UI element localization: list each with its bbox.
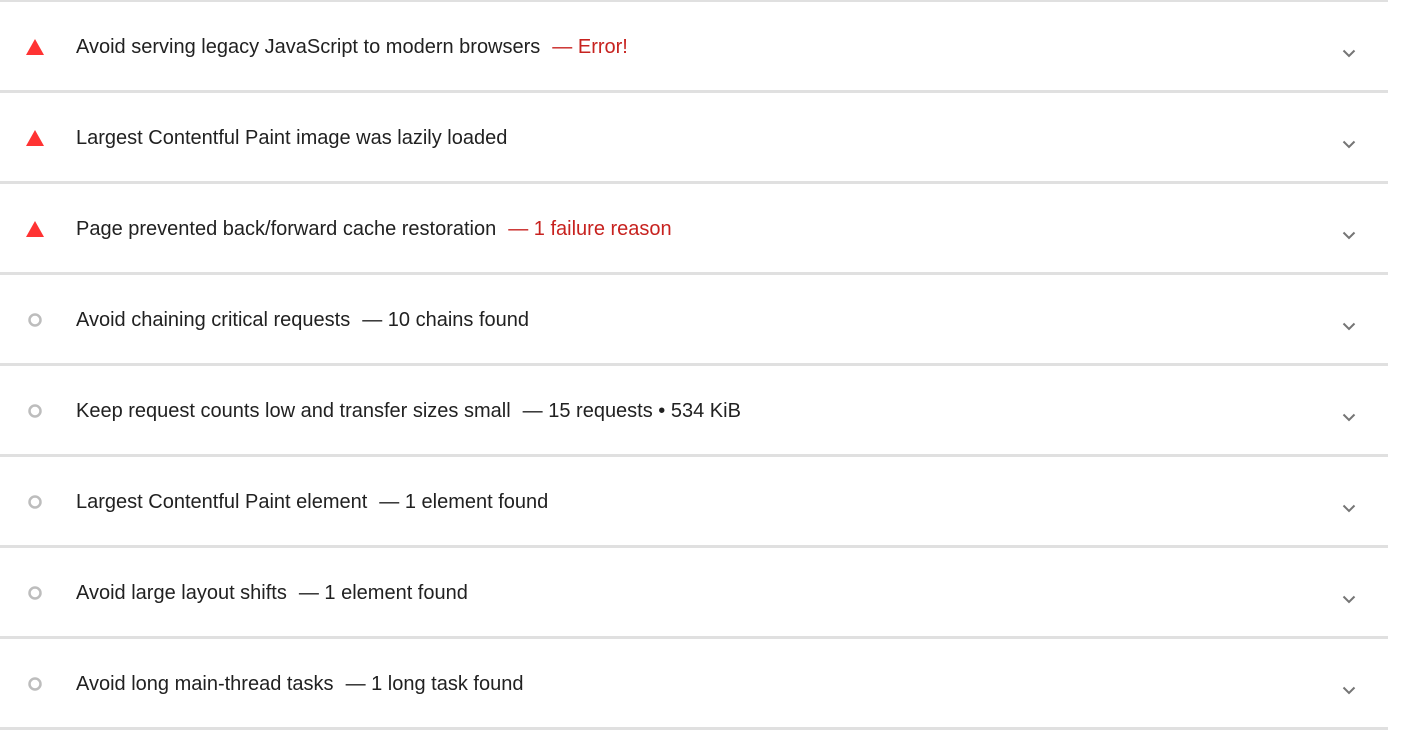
audit-display-value: — 15 requests • 534 KiB [522, 400, 741, 422]
chevron-down-icon[interactable] [1338, 224, 1360, 246]
chevron-down-icon[interactable] [1338, 679, 1360, 701]
audit-label: Avoid serving legacy JavaScript to moder… [76, 35, 628, 59]
audit-display-value: — 10 chains found [362, 309, 529, 331]
audit-display-value: — Error! [552, 36, 628, 58]
audit-row-legacy-javascript[interactable]: Avoid serving legacy JavaScript to moder… [0, 2, 1388, 93]
audit-title: Keep request counts low and transfer siz… [76, 400, 511, 422]
audit-row-lcp-element[interactable]: Largest Contentful Paint element — 1 elem… [0, 457, 1388, 548]
audit-label: Largest Contentful Paint element — 1 elem… [76, 490, 548, 514]
red-triangle-icon [26, 220, 44, 238]
audit-title: Page prevented back/forward cache restor… [76, 218, 497, 240]
gray-circle-icon [26, 311, 44, 329]
audit-row-bf-cache[interactable]: Page prevented back/forward cache restor… [0, 184, 1388, 275]
chevron-down-icon[interactable] [1338, 406, 1360, 428]
chevron-down-icon[interactable] [1338, 588, 1360, 610]
red-triangle-icon [26, 38, 44, 56]
gray-circle-icon [26, 402, 44, 420]
audit-label: Avoid long main-thread tasks — 1 long tas… [76, 672, 523, 696]
audit-display-value: — 1 long task found [345, 673, 524, 695]
audit-row-long-tasks[interactable]: Avoid long main-thread tasks — 1 long tas… [0, 639, 1388, 730]
audit-row-layout-shifts[interactable]: Avoid large layout shifts — 1 element fou… [0, 548, 1388, 639]
gray-circle-icon [26, 493, 44, 511]
audit-title: Largest Contentful Paint element [76, 491, 368, 513]
audit-label: Largest Contentful Paint image was lazil… [76, 126, 507, 150]
chevron-down-icon[interactable] [1338, 315, 1360, 337]
audit-display-value: — 1 element found [379, 491, 549, 513]
audit-label: Keep request counts low and transfer siz… [76, 399, 741, 423]
red-triangle-icon [26, 129, 44, 147]
chevron-down-icon[interactable] [1338, 133, 1360, 155]
audit-label: Avoid large layout shifts — 1 element fou… [76, 581, 468, 605]
audit-label: Avoid chaining critical requests — 10 cha… [76, 308, 529, 332]
audit-label: Page prevented back/forward cache restor… [76, 217, 672, 241]
audit-title: Avoid large layout shifts [76, 582, 287, 604]
audit-list: Avoid serving legacy JavaScript to moder… [0, 0, 1388, 730]
audit-display-value: — 1 element found [298, 582, 468, 604]
chevron-down-icon[interactable] [1338, 497, 1360, 519]
gray-circle-icon [26, 675, 44, 693]
audit-title: Largest Contentful Paint image was lazil… [76, 127, 508, 149]
gray-circle-icon [26, 584, 44, 602]
chevron-down-icon[interactable] [1338, 42, 1360, 64]
audit-row-resource-summary[interactable]: Keep request counts low and transfer siz… [0, 366, 1388, 457]
audit-row-lcp-lazy-loaded[interactable]: Largest Contentful Paint image was lazil… [0, 93, 1388, 184]
audit-title: Avoid serving legacy JavaScript to moder… [76, 36, 541, 58]
audit-title: Avoid chaining critical requests [76, 309, 351, 331]
audit-title: Avoid long main-thread tasks [76, 673, 334, 695]
audit-row-critical-request-chains[interactable]: Avoid chaining critical requests — 10 cha… [0, 275, 1388, 366]
audit-display-value: — 1 failure reason [508, 218, 672, 240]
